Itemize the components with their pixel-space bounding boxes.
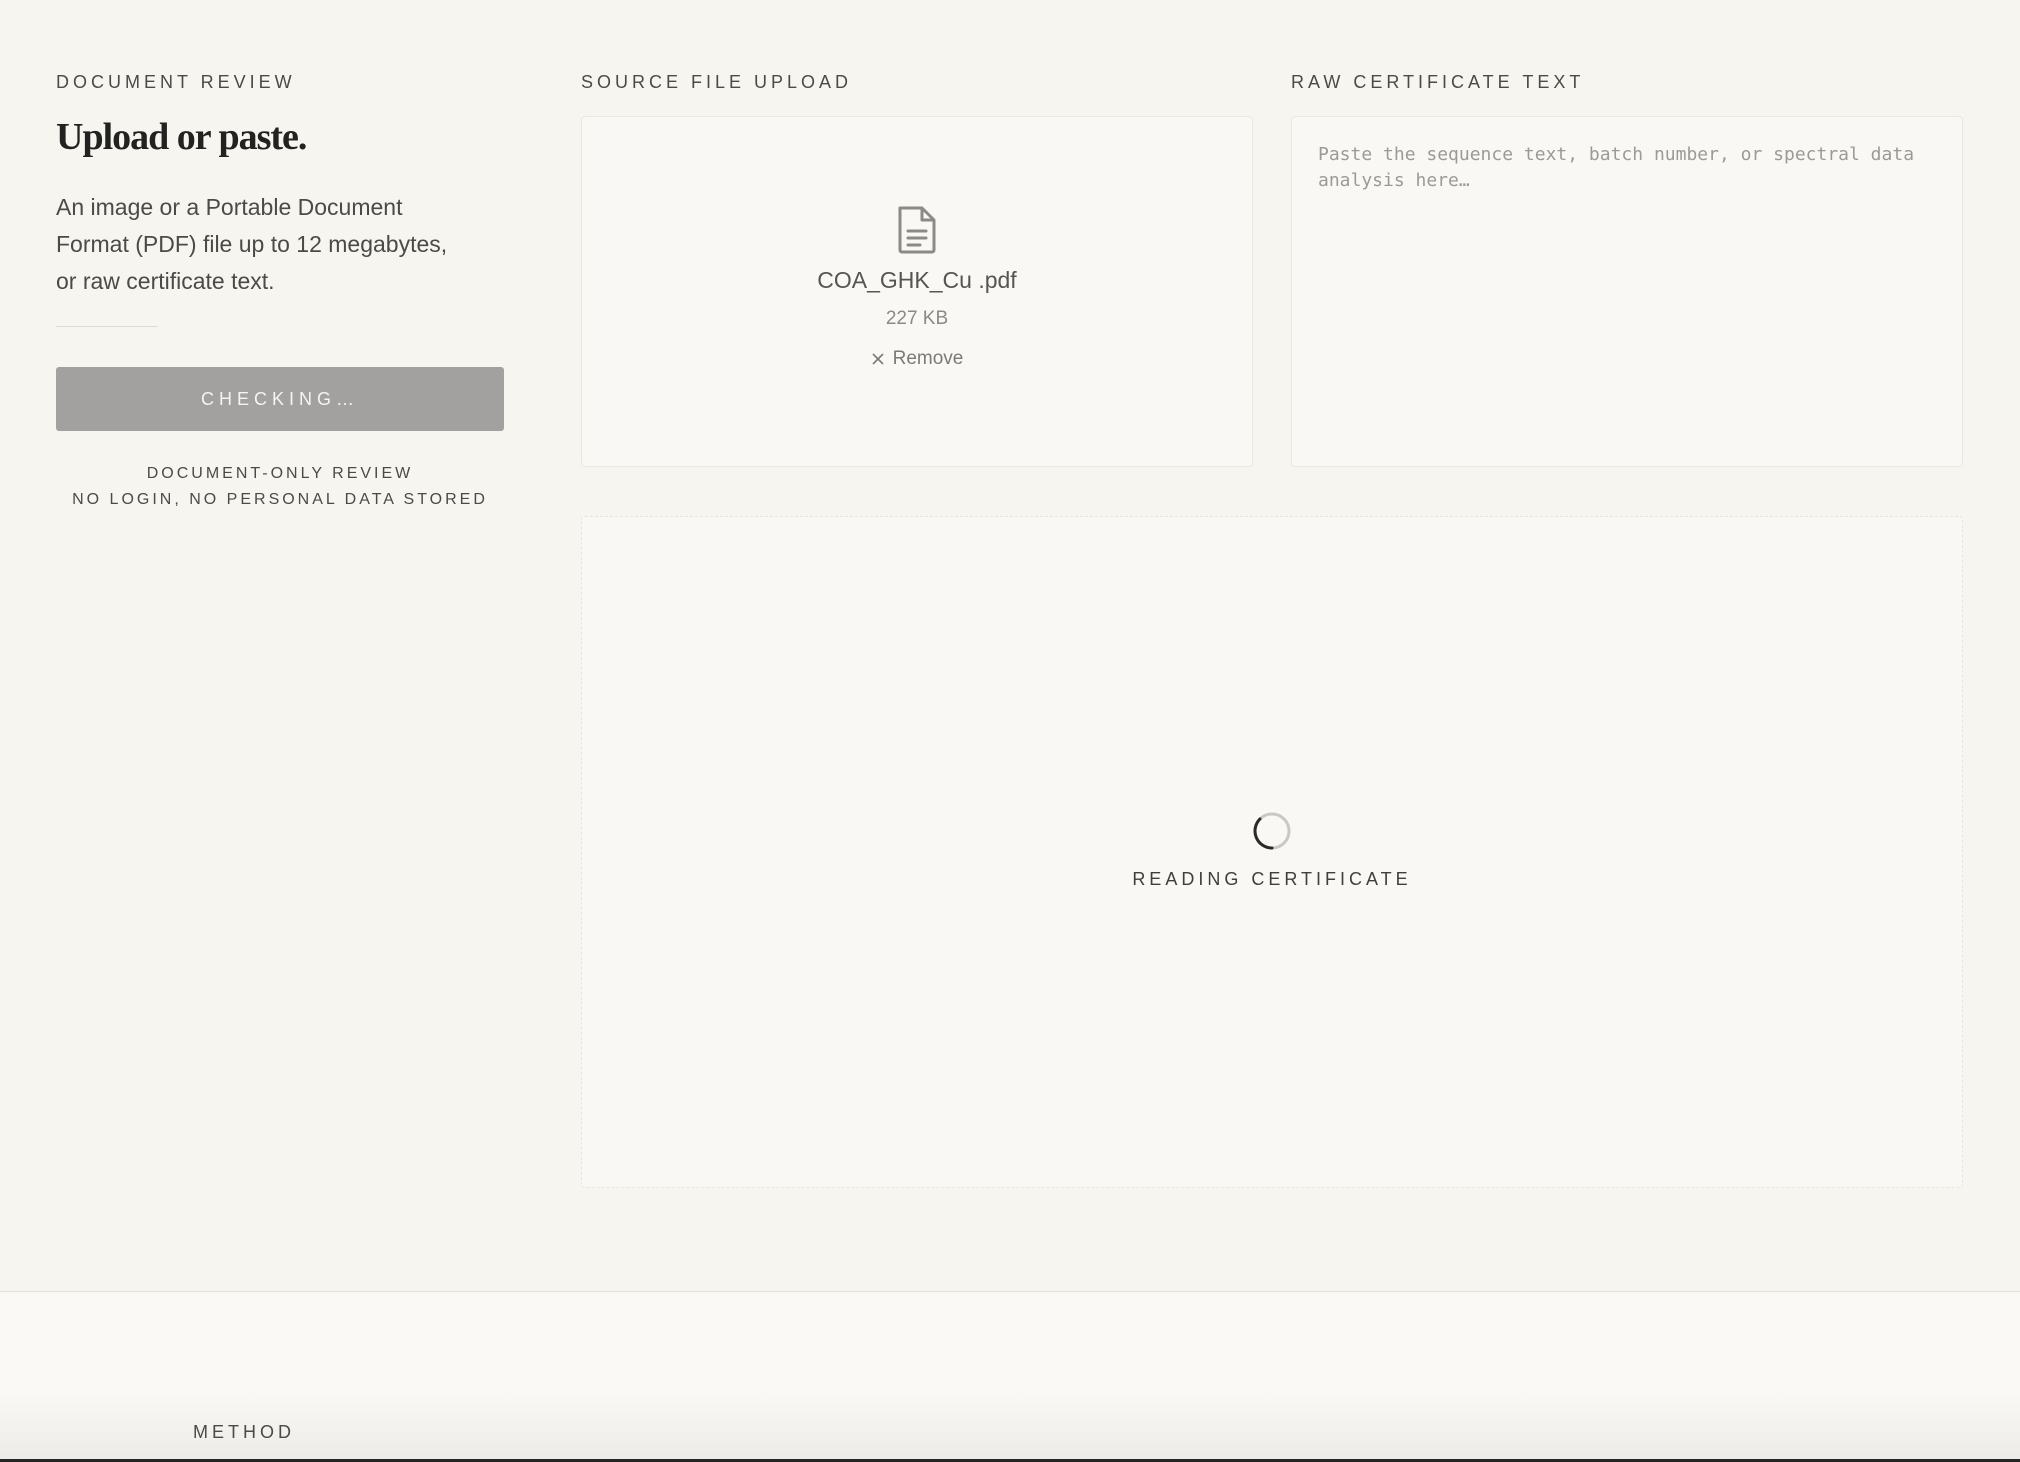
divider	[56, 326, 158, 327]
result-panel: READING CERTIFICATE	[581, 516, 1963, 1188]
document-icon	[898, 206, 936, 254]
uploaded-file: COA_GHK_Cu .pdf 227 KB Remove	[582, 205, 1252, 370]
upload-label: SOURCE FILE UPLOAD	[581, 72, 853, 92]
method-label: METHOD	[193, 1422, 295, 1442]
privacy-note-line-2: NO LOGIN, NO PERSONAL DATA STORED	[72, 491, 488, 508]
loading-status: READING CERTIFICATE	[1132, 869, 1412, 889]
privacy-note: DOCUMENT-ONLY REVIEW NO LOGIN, NO PERSON…	[56, 461, 504, 513]
raw-text-label: RAW CERTIFICATE TEXT	[1291, 72, 1585, 92]
loading-state: READING CERTIFICATE	[582, 811, 1962, 890]
bottom-fade	[0, 1392, 2020, 1462]
close-icon	[872, 353, 884, 365]
file-size: 227 KB	[885, 308, 949, 329]
check-button[interactable]: CHECKING…	[56, 367, 504, 431]
raw-text-panel	[1291, 116, 1963, 467]
spinner-icon	[1253, 812, 1291, 850]
raw-text-input[interactable]	[1292, 117, 1962, 466]
remove-file-button[interactable]: Remove	[871, 348, 964, 370]
upload-dropzone[interactable]: COA_GHK_Cu .pdf 227 KB Remove	[581, 116, 1253, 467]
intro-column: DOCUMENT REVIEW Upload or paste. An imag…	[56, 72, 504, 513]
privacy-note-line-1: DOCUMENT-ONLY REVIEW	[146, 465, 414, 482]
page-title: Upload or paste.	[56, 116, 307, 158]
section-eyebrow: DOCUMENT REVIEW	[56, 72, 296, 92]
page-description: An image or a Portable Document Format (…	[56, 194, 448, 294]
method-section: METHOD	[0, 1291, 2020, 1462]
remove-label: Remove	[892, 348, 964, 369]
file-name: COA_GHK_Cu .pdf	[817, 267, 1017, 293]
